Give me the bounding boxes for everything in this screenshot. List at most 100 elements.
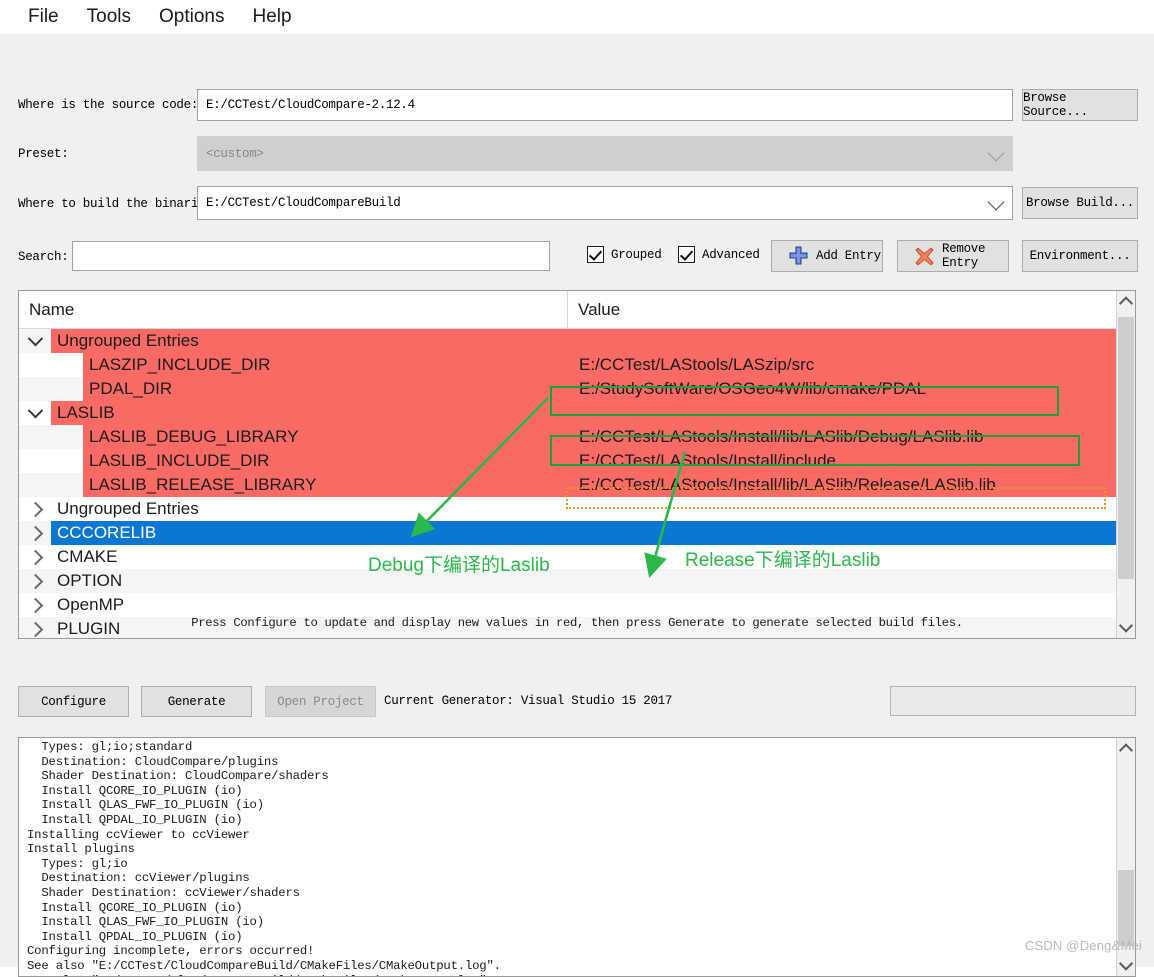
menu-item-file[interactable]: File: [14, 4, 73, 30]
cell-name: LASLIB_DEBUG_LIBRARY: [83, 425, 567, 449]
scrollbar-thumb[interactable]: [1118, 870, 1134, 946]
cell-value[interactable]: E:/CCTest/LAStools/Install/lib/LASlib/Re…: [567, 473, 1116, 497]
source-code-input[interactable]: E:/CCTest/CloudCompare-2.12.4: [197, 89, 1013, 121]
table-row[interactable]: CMAKE: [19, 545, 1116, 569]
scroll-up-icon[interactable]: [1117, 291, 1135, 313]
cell-value[interactable]: [567, 329, 1116, 353]
cell-value[interactable]: E:/CCTest/LAStools/LASzip/src: [567, 353, 1116, 377]
source-code-label: Where is the source code:: [18, 98, 199, 112]
preset-combobox[interactable]: <custom>: [197, 136, 1013, 171]
close-x-icon: [915, 247, 934, 266]
generate-button[interactable]: Generate: [141, 686, 252, 717]
build-dir-combobox[interactable]: E:/CCTest/CloudCompareBuild: [197, 186, 1013, 220]
row-indent: [19, 353, 83, 377]
scroll-down-icon[interactable]: [1117, 954, 1135, 976]
build-dir-value: E:/CCTest/CloudCompareBuild: [206, 196, 401, 210]
table-row[interactable]: LASLIB: [19, 401, 1116, 425]
chevron-down-icon[interactable]: [19, 329, 51, 353]
chevron-right-icon[interactable]: [19, 497, 51, 521]
current-generator-label: Current Generator: Visual Studio 15 2017: [384, 694, 673, 708]
advanced-checkbox[interactable]: Advanced: [678, 246, 760, 263]
environment-button[interactable]: Environment...: [1022, 240, 1138, 272]
search-label: Search:: [18, 250, 69, 264]
watermark-text: CSDN @Deng&Mei: [1024, 938, 1142, 953]
cell-value[interactable]: [567, 521, 1116, 545]
check-icon: [587, 246, 604, 263]
row-indent: [19, 473, 83, 497]
cell-name: LASLIB_INCLUDE_DIR: [83, 449, 567, 473]
cell-value[interactable]: E:/StudySoftWare/OSGeo4W/lib/cmake/PDAL: [567, 377, 1116, 401]
remove-entry-button[interactable]: Remove Entry: [897, 240, 1009, 272]
cell-name: Ungrouped Entries: [51, 497, 567, 521]
grouped-checkbox[interactable]: Grouped: [587, 246, 662, 263]
table-vertical-scrollbar[interactable]: [1116, 291, 1135, 638]
configure-hint-text: Press Configure to update and display ne…: [191, 616, 963, 630]
cell-value[interactable]: E:/CCTest/LAStools/Install/lib/LASlib/De…: [567, 425, 1116, 449]
column-header-value[interactable]: Value: [567, 291, 1135, 328]
cache-entries-table[interactable]: Name Value Ungrouped Entries LASZIP_INCLU…: [18, 290, 1136, 639]
chevron-right-icon[interactable]: [19, 545, 51, 569]
add-entry-button[interactable]: Add Entry: [771, 240, 883, 272]
menu-bar: File Tools Options Help: [0, 0, 1154, 34]
table-row[interactable]: Ungrouped Entries: [19, 497, 1116, 521]
chevron-down-icon: [987, 193, 1005, 211]
chevron-down-icon: [987, 144, 1005, 161]
build-dir-label: Where to build the binaries:: [18, 197, 220, 211]
cell-value[interactable]: [567, 401, 1116, 425]
cell-value[interactable]: E:/CCTest/LAStools/Install/include: [567, 449, 1116, 473]
table-row[interactable]: LASZIP_INCLUDE_DIR E:/CCTest/LAStools/LAS…: [19, 353, 1116, 377]
scrollbar-thumb[interactable]: [1118, 317, 1134, 579]
cell-name: LASZIP_INCLUDE_DIR: [83, 353, 567, 377]
grouped-checkbox-label: Grouped: [611, 247, 662, 262]
column-header-name[interactable]: Name: [19, 291, 567, 328]
open-project-button: Open Project: [265, 686, 376, 717]
table-row[interactable]: LASLIB_DEBUG_LIBRARY E:/CCTest/LAStools/I…: [19, 425, 1116, 449]
plus-icon: [789, 246, 808, 265]
browse-build-button[interactable]: Browse Build...: [1022, 187, 1138, 219]
row-indent: [19, 449, 83, 473]
cell-name: OPTION: [51, 569, 567, 593]
row-indent: [19, 425, 83, 449]
cell-value[interactable]: [567, 569, 1116, 593]
cell-name: Ungrouped Entries: [51, 329, 567, 353]
cell-name: CCCORELIB: [51, 521, 567, 545]
cell-value[interactable]: [567, 593, 1116, 617]
cell-name: LASLIB_RELEASE_LIBRARY: [83, 473, 567, 497]
configure-button[interactable]: Configure: [18, 686, 129, 717]
menu-item-help[interactable]: Help: [238, 4, 305, 30]
browse-source-button[interactable]: Browse Source...: [1022, 89, 1138, 121]
menu-item-options[interactable]: Options: [145, 4, 238, 30]
chevron-right-icon[interactable]: [19, 569, 51, 593]
table-row[interactable]: CCCORELIB: [19, 521, 1116, 545]
table-row[interactable]: LASLIB_RELEASE_LIBRARY E:/CCTest/LAStools…: [19, 473, 1116, 497]
scroll-up-icon[interactable]: [1117, 738, 1135, 760]
table-row[interactable]: PDAL_DIR E:/StudySoftWare/OSGeo4W/lib/cma…: [19, 377, 1116, 401]
chevron-right-icon[interactable]: [19, 521, 51, 545]
output-log-panel[interactable]: Types: gl;io;standard Destination: Cloud…: [18, 737, 1136, 977]
table-row[interactable]: LASLIB_INCLUDE_DIR E:/CCTest/LAStools/Ins…: [19, 449, 1116, 473]
table-row[interactable]: OpenMP: [19, 593, 1116, 617]
cell-name: PDAL_DIR: [83, 377, 567, 401]
preset-value: <custom>: [206, 146, 264, 161]
table-row[interactable]: OPTION: [19, 569, 1116, 593]
output-log-text: Types: gl;io;standard Destination: Cloud…: [27, 740, 501, 976]
search-input[interactable]: [72, 241, 550, 271]
chevron-down-icon[interactable]: [19, 401, 51, 425]
advanced-checkbox-label: Advanced: [702, 247, 760, 262]
progress-bar: [890, 686, 1136, 716]
table-row[interactable]: Ungrouped Entries: [19, 329, 1116, 353]
chevron-right-icon[interactable]: [19, 593, 51, 617]
table-header: Name Value: [19, 291, 1135, 329]
check-icon: [678, 246, 695, 263]
cell-name: OpenMP: [51, 593, 567, 617]
cell-value[interactable]: [567, 497, 1116, 521]
cell-name: CMAKE: [51, 545, 567, 569]
cell-value[interactable]: [567, 545, 1116, 569]
row-indent: [19, 377, 83, 401]
preset-label: Preset:: [18, 147, 69, 161]
remove-entry-label: Remove Entry: [942, 242, 986, 270]
table-body: Ungrouped Entries LASZIP_INCLUDE_DIR E:/CC…: [19, 329, 1116, 638]
add-entry-label: Add Entry: [816, 249, 881, 263]
menu-item-tools[interactable]: Tools: [73, 4, 145, 30]
cell-name: LASLIB: [51, 401, 567, 425]
